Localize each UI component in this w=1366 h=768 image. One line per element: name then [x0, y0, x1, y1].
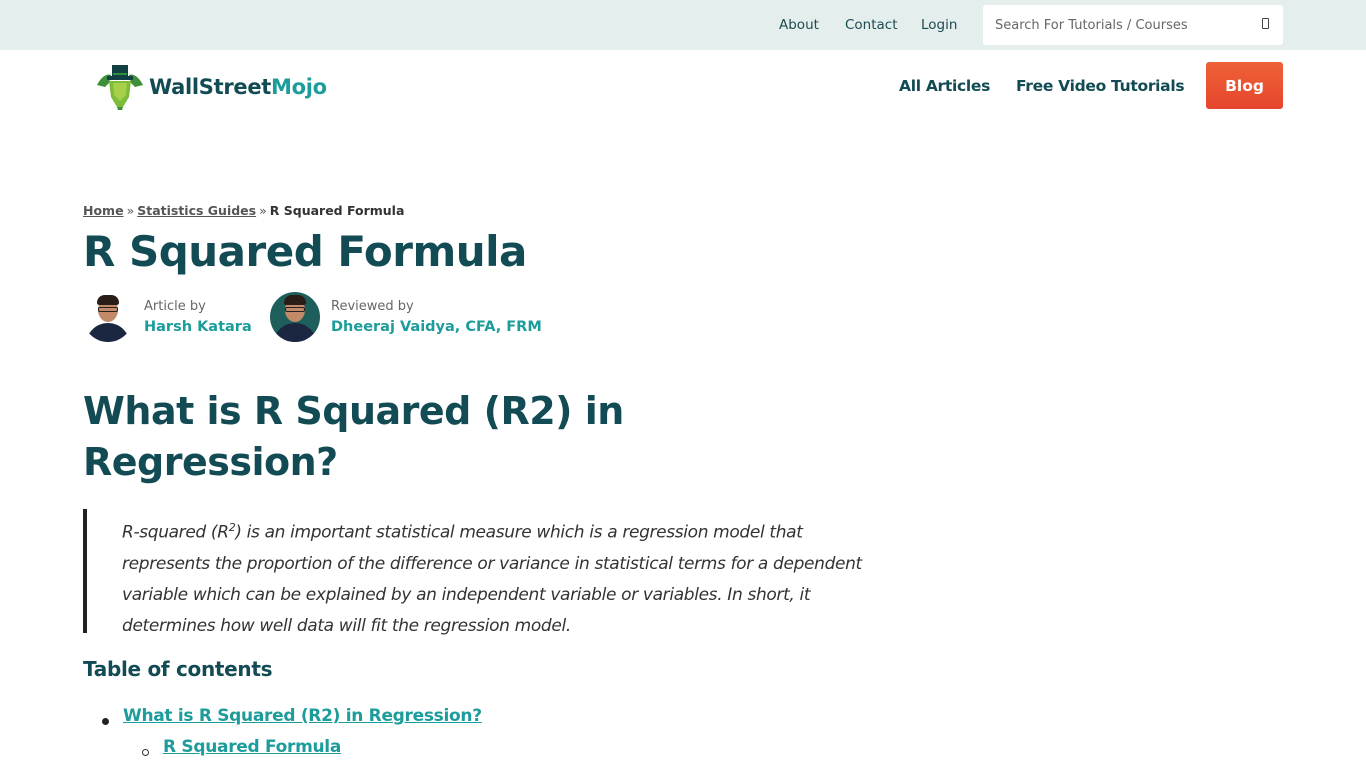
toc-link-what-is-r-squared[interactable]: What is R Squared (R2) in Regression? — [123, 706, 482, 726]
top-bar: About Contact Login — [0, 0, 1366, 50]
reviewer-avatar — [270, 292, 320, 342]
bull-mascot-logo-icon — [95, 63, 145, 111]
nav-free-video-tutorials[interactable]: Free Video Tutorials — [1016, 77, 1185, 95]
author-name[interactable]: Harsh Katara — [144, 319, 252, 335]
toc-link-r-squared-formula[interactable]: R Squared Formula — [163, 737, 341, 757]
contact-link[interactable]: Contact — [845, 17, 898, 33]
toc-title: Table of contents — [83, 657, 273, 681]
hollow-bullet-icon — [142, 749, 149, 756]
login-link[interactable]: Login — [921, 17, 957, 33]
logo-text-wallstreet: WallStreet — [149, 75, 272, 99]
section-heading: What is R Squared (R2) in Regression? — [83, 389, 624, 484]
breadcrumb-statistics-guides[interactable]: Statistics Guides — [137, 203, 256, 218]
reviewer-name[interactable]: Dheeraj Vaidya, CFA, FRM — [331, 319, 542, 335]
breadcrumb-current: R Squared Formula — [269, 203, 405, 218]
breadcrumb-home[interactable]: Home — [83, 203, 124, 218]
breadcrumb-separator: » — [126, 203, 135, 218]
breadcrumb-separator: » — [259, 203, 267, 218]
toc-item: What is R Squared (R2) in Regression? — [83, 706, 482, 737]
toc-list: What is R Squared (R2) in Regression? R … — [83, 706, 482, 768]
author-avatar — [83, 292, 133, 342]
about-link[interactable]: About — [779, 17, 819, 33]
reviewer-block: Reviewed by Dheeraj Vaidya, CFA, FRM — [270, 292, 542, 342]
quote-prefix: R-squared (R — [122, 522, 229, 543]
page-title: R Squared Formula — [83, 227, 527, 276]
site-logo[interactable]: WallStreetMojo — [95, 63, 327, 111]
blog-button[interactable]: Blog — [1206, 62, 1283, 109]
search-icon[interactable] — [1262, 18, 1269, 29]
search-input[interactable] — [995, 5, 1245, 45]
breadcrumb: Home» Statistics Guides» R Squared Formula — [83, 203, 404, 218]
logo-text: WallStreetMojo — [149, 75, 327, 99]
definition-quote: R-squared (R2) is an important statistic… — [83, 509, 863, 636]
quote-suffix: ) is an important statistical measure wh… — [122, 522, 862, 636]
toc-item: R Squared Formula — [83, 737, 482, 768]
bullet-icon — [102, 718, 109, 725]
reviewer-role: Reviewed by — [331, 299, 414, 314]
search-box — [983, 5, 1283, 45]
author-role: Article by — [144, 299, 206, 314]
author-block: Article by Harsh Katara — [83, 292, 252, 342]
logo-text-mojo: Mojo — [271, 75, 327, 99]
quote-text: R-squared (R2) is an important statistic… — [122, 512, 863, 642]
nav-all-articles[interactable]: All Articles — [899, 77, 990, 95]
